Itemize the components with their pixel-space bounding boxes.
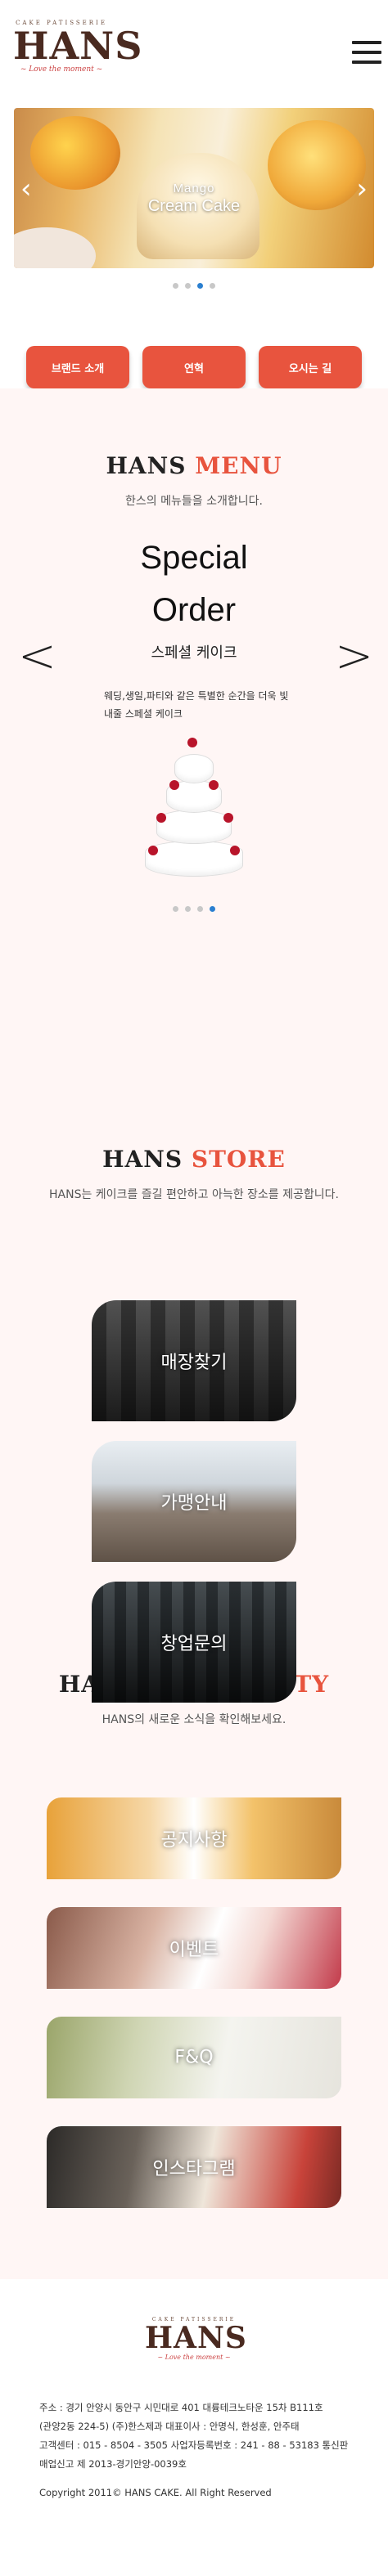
hero-next-arrow-icon[interactable]: › xyxy=(356,175,368,203)
menu-next-arrow-icon[interactable]: > xyxy=(335,634,373,680)
hero-prev-arrow-icon[interactable]: ‹ xyxy=(20,175,32,203)
card-label: 이벤트 xyxy=(169,1940,219,1960)
event-card[interactable]: 이벤트 xyxy=(47,1907,341,1989)
brand-intro-button[interactable]: 브랜드 소개 xyxy=(26,346,129,388)
menu-item-korean-title: 스페셜 케이크 xyxy=(151,644,237,662)
franchise-info-card[interactable]: 가맹안내 xyxy=(92,1441,296,1562)
footer-logo: CAKE PATISSERIE HANS ~ Love the moment ~ xyxy=(145,2317,247,2361)
store-section: HANS STORE HANS는 케이크를 즐길 편안하고 아늑한 장소를 제공… xyxy=(0,1043,388,1703)
logo-main-text: HANS xyxy=(13,24,143,68)
hero-dot[interactable] xyxy=(210,283,215,289)
footer-address: 주소 : 경기 안양시 동안구 시민대로 401 대륭테크노타운 15차 B11… xyxy=(39,2402,323,2413)
hero-dot-active[interactable] xyxy=(197,283,203,289)
card-label: 인스타그램 xyxy=(152,2159,236,2179)
notice-card[interactable]: 공지사항 xyxy=(47,1797,341,1879)
menu-section-subtitle: 한스의 메뉴들을 소개합니다. xyxy=(125,495,263,508)
hero-dot[interactable] xyxy=(173,283,178,289)
card-label: 창업문의 xyxy=(160,1634,228,1654)
startup-inquiry-card[interactable]: 창업문의 xyxy=(92,1582,296,1703)
footer-address2: (관양2동 224-5) (주)한스제과 대표이사 : 안명식, 한성훈, 안주… xyxy=(39,2421,300,2432)
card-label: 매장찾기 xyxy=(160,1353,228,1373)
faq-card[interactable]: F&Q xyxy=(47,2017,341,2098)
hans-logo[interactable]: CAKE PATISSERIE HANS ~ Love the moment ~ xyxy=(13,20,143,74)
menu-pagination xyxy=(0,906,388,912)
menu-section: HANS MENU 한스의 메뉴들을 소개합니다. Special Order … xyxy=(0,388,388,1043)
menu-item-description: 웨딩,생일,파티와 같은 특별한 순간을 더욱 빛내줄 스페셜 케이크 xyxy=(104,690,289,720)
store-card-list: 매장찾기 가맹안내 창업문의 xyxy=(0,1300,388,1703)
footer-license: 매업신고 제 2013-경기안양-0039호 xyxy=(39,2458,187,2470)
logo-tagline: ~ Love the moment ~ xyxy=(20,65,103,74)
menu-section-title: HANS MENU xyxy=(106,452,282,479)
instagram-card[interactable]: 인스타그램 xyxy=(47,2126,341,2208)
history-button[interactable]: 연혁 xyxy=(142,346,246,388)
menu-dot-active[interactable] xyxy=(210,906,215,912)
store-section-subtitle: HANS는 케이크를 즐길 편안하고 아늑한 장소를 제공합니다. xyxy=(49,1188,339,1201)
hamburger-menu-icon[interactable] xyxy=(352,41,381,69)
card-label: 가맹안내 xyxy=(160,1493,228,1514)
site-header: CAKE PATISSERIE HANS ~ Love the moment ~ xyxy=(0,0,388,108)
menu-dot[interactable] xyxy=(185,906,191,912)
hero-dot[interactable] xyxy=(185,283,191,289)
hero-mango-left xyxy=(30,116,120,190)
menu-prev-arrow-icon[interactable]: < xyxy=(18,634,56,680)
copyright: Copyright 2011© HANS CAKE. All Right Res… xyxy=(39,2487,272,2498)
hero-pagination xyxy=(0,283,388,289)
menu-item-title: Special Order xyxy=(140,540,248,628)
company-info: 주소 : 경기 안양시 동안구 시민대로 401 대륭테크노타운 15차 B11… xyxy=(39,2399,383,2474)
find-store-card[interactable]: 매장찾기 xyxy=(92,1300,296,1421)
store-section-title: HANS STORE xyxy=(102,1146,286,1173)
directions-button[interactable]: 오시는 길 xyxy=(259,346,362,388)
hero-slider[interactable]: Mango Cream Cake ‹ › xyxy=(14,108,374,268)
menu-dot[interactable] xyxy=(173,906,178,912)
menu-dot[interactable] xyxy=(197,906,203,912)
community-section-subtitle: HANS의 새로운 소식을 확인해보세요. xyxy=(102,1713,286,1726)
community-card-list: 공지사항 이벤트 F&Q 인스타그램 xyxy=(0,1797,388,2208)
hero-caption-line1: Mango xyxy=(173,182,215,195)
footer-logo-main: HANS xyxy=(145,2321,247,2355)
footer-contact: 고객센터 : 015 - 8504 - 3505 사업자등록번호 : 241 -… xyxy=(39,2439,349,2451)
brand-nav-buttons: 브랜드 소개 연혁 오시는 길 xyxy=(0,346,388,388)
footer-logo-tagline: ~ Love the moment ~ xyxy=(157,2354,231,2361)
card-label: F&Q xyxy=(174,2047,214,2068)
site-footer: CAKE PATISSERIE HANS ~ Love the moment ~… xyxy=(0,2279,388,2533)
card-label: 공지사항 xyxy=(160,1830,228,1851)
wedding-cake-image xyxy=(145,738,243,877)
community-section: HANS COMMUNITY HANS의 새로운 소식을 확인해보세요. 공지사… xyxy=(0,1671,388,2279)
hero-caption: Mango Cream Cake xyxy=(14,182,374,216)
hero-caption-line2: Cream Cake xyxy=(147,197,241,215)
